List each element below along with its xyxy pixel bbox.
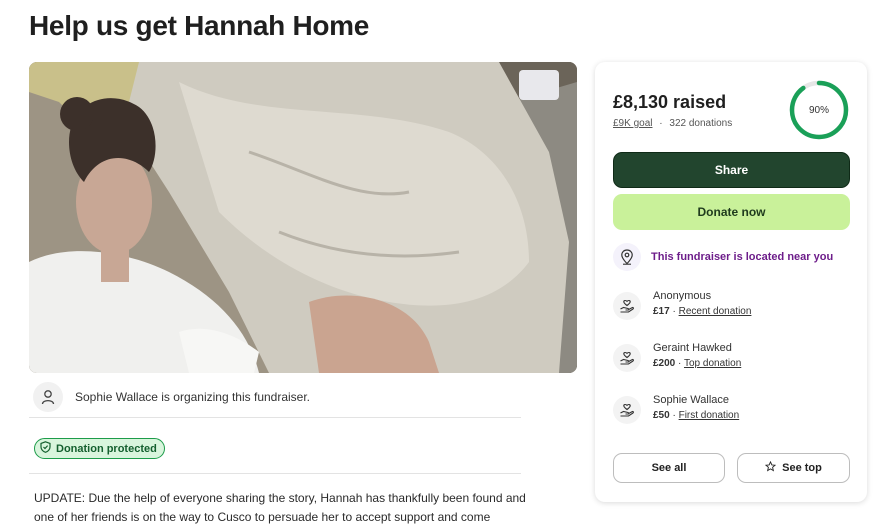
- organizer-text: Sophie Wallace is organizing this fundra…: [75, 389, 311, 404]
- donation-protected-label: Donation protected: [56, 442, 157, 455]
- donations-count: 322 donations: [669, 118, 733, 129]
- donation-card: £8,130 raised £9K goal · 322 donations 9…: [595, 62, 867, 502]
- donation-hand-icon: [613, 292, 641, 320]
- donate-now-button[interactable]: Donate now: [613, 194, 850, 230]
- see-top-button[interactable]: See top: [737, 453, 850, 483]
- location-pin-icon: [613, 243, 641, 271]
- donation-amount: £200: [653, 358, 676, 369]
- donation-item: Sophie Wallace £50 · First donation: [613, 394, 739, 424]
- first-donation-link[interactable]: First donation: [679, 410, 740, 421]
- donor-name: Geraint Hawked: [653, 342, 732, 354]
- separator: ·: [678, 358, 682, 369]
- donation-hand-icon: [613, 396, 641, 424]
- page-title: Help us get Hannah Home: [29, 10, 370, 41]
- amount-raised: £8,130 raised: [613, 92, 727, 112]
- donation-item: Geraint Hawked £200 · Top donation: [613, 342, 741, 372]
- separator: ·: [659, 118, 663, 129]
- hero-photo: [29, 62, 577, 373]
- donor-name: Sophie Wallace: [653, 394, 730, 406]
- donor-name: Anonymous: [653, 290, 712, 302]
- donation-item: Anonymous £17 · Recent donation: [613, 290, 751, 320]
- share-button[interactable]: Share: [613, 152, 850, 188]
- story-text: UPDATE: Due the help of everyone sharing…: [34, 491, 526, 524]
- separator: ·: [672, 306, 676, 317]
- top-donation-link[interactable]: Top donation: [684, 358, 741, 369]
- shield-icon: [40, 440, 51, 458]
- separator: ·: [672, 410, 676, 421]
- see-all-label: See all: [651, 462, 687, 474]
- organizer-row: Sophie Wallace is organizing this fundra…: [29, 381, 521, 418]
- star-icon: [764, 460, 777, 475]
- location-text: This fundraiser is located near you: [651, 251, 834, 263]
- recent-donation-link[interactable]: Recent donation: [679, 306, 752, 317]
- donation-protected-badge[interactable]: Donation protected: [34, 438, 165, 459]
- see-top-label: See top: [782, 462, 822, 474]
- see-all-button[interactable]: See all: [613, 453, 725, 483]
- donation-amount: £17: [653, 306, 670, 317]
- person-icon: [33, 381, 63, 412]
- goal-link[interactable]: £9K goal: [613, 118, 652, 129]
- location-notice: This fundraiser is located near you: [613, 243, 833, 271]
- progress-label: 90%: [808, 104, 829, 116]
- divider: [29, 473, 521, 474]
- donation-hand-icon: [613, 344, 641, 372]
- goal-row: £9K goal · 322 donations: [613, 118, 732, 129]
- donation-amount: £50: [653, 410, 670, 421]
